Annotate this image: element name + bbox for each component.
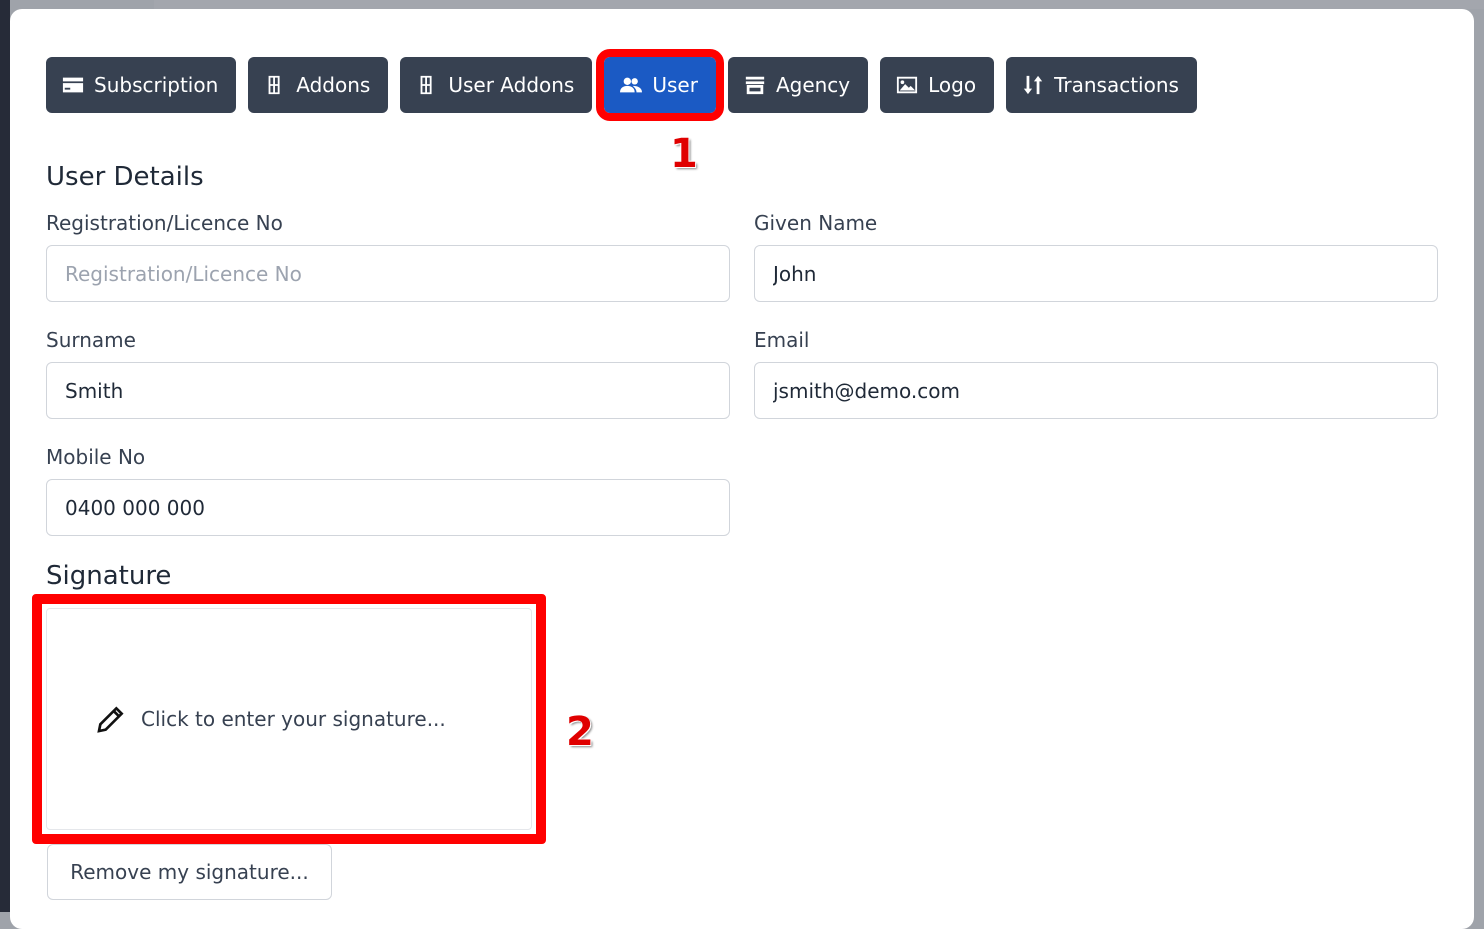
tab-label: User bbox=[652, 73, 698, 97]
mobile-input[interactable] bbox=[46, 479, 730, 536]
signature-highlight: Click to enter your signature... bbox=[32, 594, 546, 844]
surname-input[interactable] bbox=[46, 362, 730, 419]
tab-label: Logo bbox=[928, 73, 977, 97]
tab-label: Agency bbox=[775, 73, 851, 97]
signature-prompt: Click to enter your signature... bbox=[141, 707, 446, 731]
registration-input[interactable] bbox=[46, 245, 730, 302]
tab-transactions[interactable]: Transactions bbox=[1006, 57, 1197, 113]
email-label: Email bbox=[754, 328, 810, 352]
cubes-icon bbox=[420, 75, 432, 95]
sort-arrows-icon bbox=[1023, 75, 1043, 95]
section-title-user-details: User Details bbox=[46, 162, 204, 192]
tab-user-addons[interactable]: User Addons bbox=[400, 57, 593, 113]
annotation-1: 1 bbox=[670, 131, 698, 177]
tab-bar: Subscription Addons User Addons User Age… bbox=[46, 49, 1197, 121]
surname-label: Surname bbox=[46, 328, 136, 352]
tab-subscription[interactable]: Subscription bbox=[46, 57, 237, 113]
section-title-signature: Signature bbox=[46, 561, 172, 591]
tab-addons[interactable]: Addons bbox=[248, 57, 389, 113]
tab-user[interactable]: User bbox=[596, 49, 724, 121]
users-icon bbox=[620, 77, 643, 93]
user-settings-modal: Subscription Addons User Addons User Age… bbox=[10, 9, 1474, 929]
tab-label: Addons bbox=[296, 73, 371, 97]
remove-signature-button[interactable]: Remove my signature... bbox=[47, 844, 332, 900]
registration-label: Registration/Licence No bbox=[46, 211, 283, 235]
image-icon bbox=[897, 76, 918, 94]
tab-label: Subscription bbox=[94, 73, 219, 97]
email-input[interactable] bbox=[754, 362, 1438, 419]
given-name-label: Given Name bbox=[754, 211, 878, 235]
tab-label: Transactions bbox=[1054, 73, 1179, 97]
mobile-label: Mobile No bbox=[46, 445, 146, 469]
tab-agency[interactable]: Agency bbox=[727, 57, 869, 113]
annotation-2: 2 bbox=[566, 709, 594, 755]
signature-pad[interactable]: Click to enter your signature... bbox=[46, 608, 532, 830]
credit-card-icon bbox=[62, 77, 84, 93]
given-name-input[interactable] bbox=[754, 245, 1438, 302]
cubes-icon bbox=[268, 75, 280, 95]
tab-label: User Addons bbox=[448, 73, 575, 97]
background-header bbox=[154, 0, 1484, 9]
pencil-icon bbox=[97, 706, 124, 733]
tab-logo[interactable]: Logo bbox=[880, 57, 995, 113]
store-icon bbox=[745, 76, 765, 95]
background-sidebar bbox=[0, 0, 10, 912]
